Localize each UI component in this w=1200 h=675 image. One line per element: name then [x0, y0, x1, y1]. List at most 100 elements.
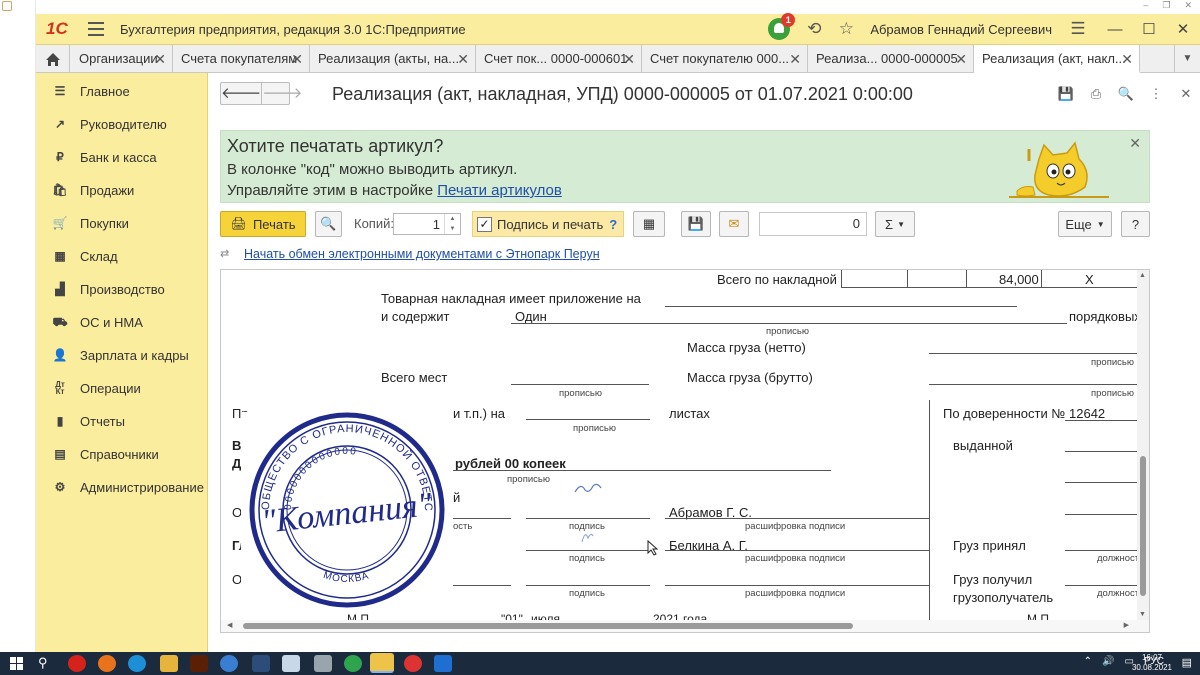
tab-invoice-601[interactable]: Счет пок... 0000-000601 ✕ [476, 45, 642, 73]
firefox-icon[interactable] [98, 655, 116, 672]
stepper-arrows-icon[interactable]: ▲ ▼ [444, 214, 460, 234]
sidebar-item-main[interactable]: ☰ Главное [36, 76, 208, 106]
released-partial: й [453, 490, 461, 505]
app-record-icon[interactable] [404, 655, 422, 672]
copies-stepper[interactable]: 1 ▲ ▼ [393, 213, 461, 235]
scroll-left-icon[interactable]: ◀ [227, 621, 232, 629]
sidebar-item-warehouse[interactable]: ▦ Склад [36, 241, 208, 271]
close-tab-icon[interactable]: ✕ [154, 45, 166, 73]
vertical-scrollbar[interactable]: ▲ ▼ [1137, 270, 1149, 620]
sidebar-item-admin[interactable]: ⚙ Администрирование [36, 472, 208, 502]
close-tab-icon[interactable]: ✕ [291, 45, 303, 73]
restore-icon[interactable]: ❐ [1162, 0, 1170, 12]
edo-exchange-link[interactable]: Начать обмен электронными документами с … [244, 247, 600, 261]
save-doc-button[interactable]: 💾 [681, 211, 711, 237]
sidebar-item-salary[interactable]: 👤 Зарплата и кадры [36, 340, 208, 370]
close-icon[interactable]: ✕ [1184, 0, 1192, 12]
app-tool-icon[interactable] [314, 655, 332, 672]
file-explorer-icon[interactable] [160, 655, 178, 672]
back-arrow-icon[interactable]: 🡐 [221, 83, 263, 104]
1c-taskbar-icon[interactable] [370, 653, 394, 673]
tabs-more-icon[interactable]: ▼ [1174, 45, 1200, 73]
sidebar-item-bank[interactable]: ₽ Банк и касса [36, 142, 208, 172]
close-button[interactable]: ✕ [1166, 20, 1200, 38]
sidebar-item-production[interactable]: ▟ Производство [36, 274, 208, 304]
forward-arrow-icon[interactable]: 🡒 [262, 83, 302, 104]
print-button[interactable]: 🖨 Печать [220, 211, 306, 237]
tab-realization-active[interactable]: Реализация (акт, накл... ✕ [974, 45, 1140, 73]
edit-table-button[interactable]: ▦ [633, 211, 665, 237]
close-tab-icon[interactable]: ✕ [789, 45, 801, 73]
scroll-down-icon[interactable]: ▼ [1139, 611, 1146, 618]
sum-button[interactable]: Σ ▼ [875, 211, 915, 237]
settings-lines-icon[interactable]: ☰ [1066, 19, 1090, 39]
history-icon[interactable]: ⟲ [802, 19, 826, 39]
outlook-icon[interactable] [434, 655, 452, 672]
user-name[interactable]: Абрамов Геннадий Сергеевич [870, 22, 1052, 37]
close-tab-icon[interactable]: ✕ [623, 45, 635, 73]
print-icon[interactable]: ⎙ [1086, 84, 1106, 104]
save-icon[interactable]: 💾 [1056, 84, 1076, 104]
notifications-bell-icon[interactable]: 1 [768, 13, 796, 40]
in-words-caption: прописью [1091, 357, 1134, 368]
basket-icon: 🛒 [52, 216, 68, 230]
sidebar-item-operations[interactable]: Дт Кт Операции [36, 373, 208, 403]
minimize-icon[interactable]: – [1143, 0, 1148, 12]
sidebar-item-catalogs[interactable]: ▤ Справочники [36, 439, 208, 469]
sidebar-item-assets[interactable]: ⛟ ОС и НМА [36, 307, 208, 337]
sum-field[interactable]: 0 [759, 212, 867, 236]
horizontal-scrollbar[interactable]: ◀ ▶ [221, 620, 1149, 632]
close-tab-icon[interactable]: ✕ [955, 45, 967, 73]
skype-icon[interactable] [128, 655, 146, 672]
close-tab-icon[interactable]: ✕ [1121, 45, 1133, 71]
opera-icon[interactable] [68, 655, 86, 672]
sidebar-item-reports[interactable]: ▮ Отчеты [36, 406, 208, 436]
checkbox-checked[interactable]: ✓ [477, 216, 492, 232]
scroll-up-icon[interactable]: ▲ [1139, 272, 1146, 279]
tab-invoice-000[interactable]: Счет покупателю 000... ✕ [642, 45, 808, 73]
tab-organizations[interactable]: Организации ✕ [71, 45, 173, 73]
email-button[interactable]: ✉ [719, 211, 749, 237]
close-form-icon[interactable]: ✕ [1176, 84, 1196, 104]
help-button[interactable]: ? [1121, 211, 1150, 237]
tray-up-arrow-icon[interactable]: ⌃ [1084, 656, 1092, 667]
sign-and-stamp-toggle[interactable]: ✓ Подпись и печать ? [472, 211, 624, 237]
windows-start-icon[interactable] [10, 657, 23, 670]
scroll-right-icon[interactable]: ▶ [1124, 621, 1129, 629]
horizontal-scroll-thumb[interactable] [243, 623, 853, 629]
close-banner-icon[interactable]: ✕ [1129, 135, 1141, 152]
total-value: 84,000 [999, 272, 1039, 287]
cargo-accepted-label: Груз принял [953, 538, 1026, 553]
tab-realization-005[interactable]: Реализа... 0000-000005 ✕ [808, 45, 974, 73]
tab-invoices[interactable]: Счета покупателям ✕ [173, 45, 310, 73]
chrome-icon[interactable] [344, 655, 362, 672]
more-button[interactable]: Еще ▼ [1058, 211, 1112, 237]
clock[interactable]: 16:07 30.08.2021 [1132, 653, 1172, 673]
sidebar-item-director[interactable]: ↗ Руководителю [36, 109, 208, 139]
home-tab[interactable] [36, 45, 70, 73]
more-vertical-icon[interactable]: ⋮ [1146, 84, 1166, 104]
app-terminal-icon[interactable] [252, 655, 270, 672]
app-folder-icon[interactable] [282, 655, 300, 672]
close-tab-icon[interactable]: ✕ [457, 45, 469, 73]
position-caption: должност [1097, 588, 1140, 599]
main-menu-icon[interactable] [88, 22, 104, 36]
sidebar-item-sales[interactable]: 🛍 Продажи [36, 175, 208, 205]
sign-help-icon[interactable]: ? [609, 217, 617, 232]
preview-icon[interactable]: 🔍 [1116, 84, 1136, 104]
maximize-button[interactable]: ☐ [1132, 20, 1166, 38]
tab-realization-list[interactable]: Реализация (акты, на... ✕ [310, 45, 476, 73]
dropdown-arrow-icon: ▼ [1096, 219, 1105, 229]
article-print-settings-link[interactable]: Печати артикулов [437, 182, 562, 199]
speaker-icon[interactable]: 🔊 [1102, 656, 1114, 667]
minimize-button[interactable]: — [1098, 21, 1132, 38]
app-globe-icon[interactable] [220, 655, 238, 672]
sidebar-item-purchases[interactable]: 🛒 Покупки [36, 208, 208, 238]
vertical-scroll-thumb[interactable] [1140, 456, 1146, 596]
preview-button[interactable]: 🔍 [315, 211, 342, 237]
search-icon[interactable]: ⚲ [38, 655, 48, 671]
illustrator-icon[interactable] [190, 655, 208, 672]
favorites-star-icon[interactable]: ☆ [834, 19, 858, 39]
appendix-text: Товарная накладная имеет приложение на [381, 291, 641, 306]
notifications-icon[interactable]: ▤ [1182, 656, 1192, 669]
